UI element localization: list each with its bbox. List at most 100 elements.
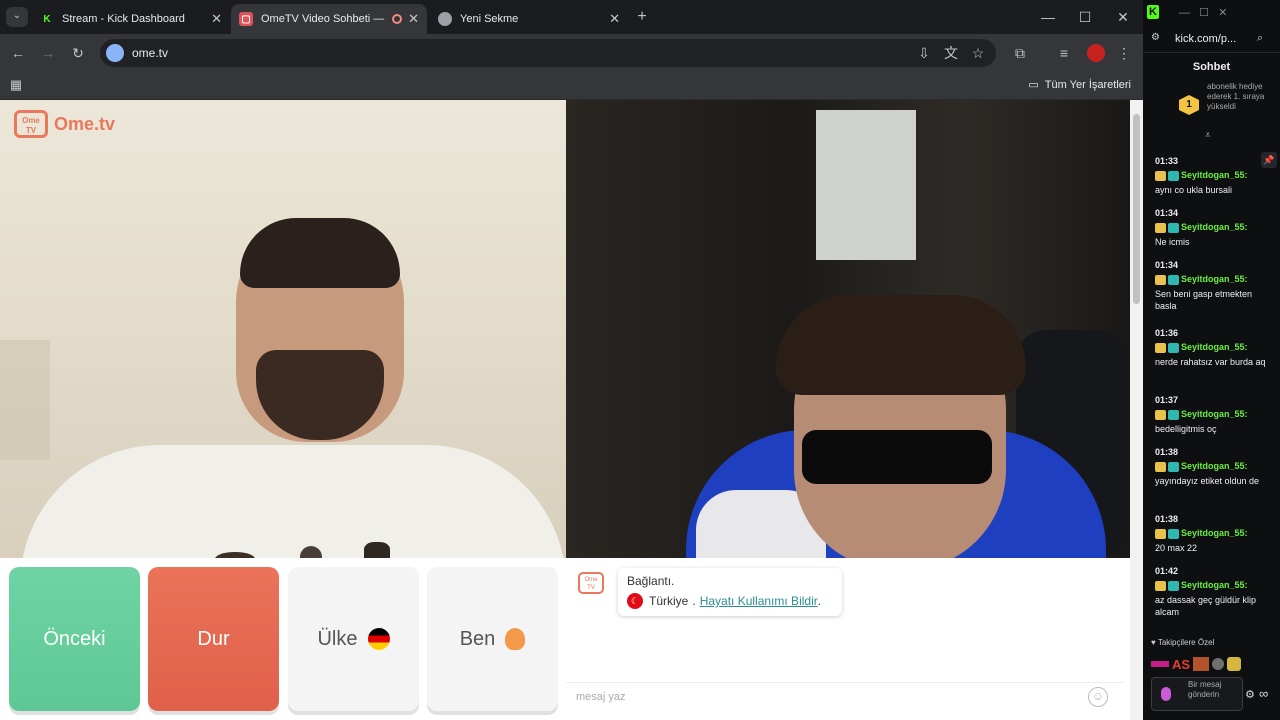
mic-icon[interactable] bbox=[1161, 687, 1171, 701]
crown-badge-icon bbox=[1155, 409, 1166, 420]
tab-search-button[interactable]: ⌄ bbox=[6, 7, 28, 27]
followers-label-text: Takipçilere Özel bbox=[1157, 638, 1215, 647]
country-label: Ülke bbox=[317, 627, 358, 650]
logo-badge: Ome TV bbox=[14, 110, 48, 138]
emote-icon[interactable] bbox=[1151, 661, 1169, 667]
tab-new-tab[interactable]: Yeni Sekme ✕ bbox=[430, 4, 628, 34]
username[interactable]: Seyitdogan_55: bbox=[1181, 528, 1248, 538]
close-window-button[interactable]: ✕ bbox=[1113, 8, 1133, 26]
page-scrollbar[interactable] bbox=[1130, 100, 1143, 720]
message-time: 01:34 bbox=[1155, 260, 1179, 270]
background-door bbox=[816, 110, 916, 260]
message-text: 20 max 22 bbox=[1155, 542, 1198, 553]
close-icon[interactable]: ✕ bbox=[211, 11, 222, 27]
stop-label: Dur bbox=[197, 627, 230, 650]
message-time: 01:34 bbox=[1155, 208, 1179, 218]
me-button[interactable]: Ben bbox=[427, 567, 558, 711]
forward-icon[interactable]: → bbox=[38, 44, 58, 62]
username[interactable]: Seyitdogan_55: bbox=[1181, 461, 1248, 471]
tab-kick-dashboard[interactable]: K Stream - Kick Dashboard ✕ bbox=[32, 4, 230, 34]
emote-icon[interactable] bbox=[1212, 658, 1225, 670]
emote-text[interactable]: AS bbox=[1172, 657, 1190, 672]
crown-badge-icon bbox=[1155, 274, 1166, 285]
stop-button[interactable]: Dur bbox=[148, 567, 279, 711]
message-text: aynı co ukla bursali bbox=[1155, 184, 1233, 195]
close-icon[interactable]: ✕ bbox=[609, 11, 620, 27]
message-time: 01:38 bbox=[1155, 447, 1179, 457]
scrollbar-thumb[interactable] bbox=[1133, 114, 1140, 304]
new-tab-button[interactable]: + bbox=[632, 8, 652, 26]
back-icon[interactable]: ← bbox=[8, 44, 28, 62]
germany-flag-icon bbox=[367, 628, 390, 650]
username[interactable]: Seyitdogan_55: bbox=[1181, 274, 1248, 284]
username[interactable]: Seyitdogan_55: bbox=[1181, 342, 1248, 352]
message-time: 01:42 bbox=[1155, 566, 1179, 576]
menu-icon[interactable]: ⋮ bbox=[1114, 44, 1134, 62]
username[interactable]: Seyitdogan_55: bbox=[1181, 580, 1248, 590]
country-button[interactable]: Ülke bbox=[288, 567, 419, 711]
folder-icon: ▭ bbox=[1028, 79, 1039, 91]
message-text: nerde rahatsız var burda aq bbox=[1155, 356, 1266, 367]
connection-status: Bağlantı. bbox=[627, 574, 675, 588]
maximize-button[interactable]: ☐ bbox=[1075, 8, 1095, 26]
chat-message: 01:33 Seyitdogan_55: aynı co ukla bursali bbox=[1155, 156, 1275, 196]
tab-label: Stream - Kick Dashboard bbox=[62, 13, 185, 25]
white-sweatshirt bbox=[20, 445, 566, 558]
all-bookmarks-button[interactable]: ▭ Tüm Yer İşaretleri bbox=[1028, 78, 1131, 91]
username[interactable]: Seyitdogan_55: bbox=[1181, 409, 1248, 419]
bookmark-star-icon[interactable]: ☆ bbox=[968, 44, 988, 62]
infinity-icon[interactable]: ∞ bbox=[1259, 686, 1268, 701]
ometv-avatar-icon: Ome TV bbox=[578, 572, 604, 594]
person-hair bbox=[776, 295, 1026, 395]
apps-grid-icon[interactable]: ▦ bbox=[6, 76, 26, 94]
translate-icon[interactable]: 文 bbox=[941, 44, 961, 62]
message-text: az dassak geç güldür klip alcam bbox=[1155, 594, 1257, 617]
crown-badge-icon bbox=[1155, 528, 1166, 539]
rank-badge: 1 bbox=[1179, 95, 1199, 115]
address-bar[interactable]: ome.tv bbox=[100, 39, 996, 67]
emote-icon[interactable] bbox=[1193, 657, 1210, 671]
recording-icon bbox=[392, 14, 403, 24]
crown-badge-icon bbox=[1155, 342, 1166, 353]
tab-ometv[interactable]: ▢ OmeTV Video Sohbeti — O ✕ bbox=[231, 4, 427, 34]
search-icon[interactable]: ⌕ bbox=[1257, 32, 1263, 45]
chat-message: 01:38 Seyitdogan_55: 20 max 22 bbox=[1155, 514, 1275, 554]
previous-button[interactable]: Önceki bbox=[9, 567, 140, 711]
subscriber-badge-icon bbox=[1168, 170, 1179, 181]
chat-message: 01:37 Seyitdogan_55: bedelligitmis oç bbox=[1155, 395, 1275, 435]
window-controls[interactable]: — ☐ ✕ bbox=[1179, 6, 1227, 19]
subscriber-badge-icon bbox=[1168, 580, 1179, 591]
minimize-button[interactable]: — bbox=[1038, 8, 1058, 26]
emoji-icon[interactable]: ☺ bbox=[1088, 687, 1108, 707]
collapse-icon[interactable]: ⩡ bbox=[1205, 130, 1211, 141]
message-text: Sen beni gasp etmekten basla bbox=[1155, 288, 1253, 311]
extensions-icon[interactable]: ⧉ bbox=[1010, 44, 1030, 62]
system-message: Bağlantı. ☾ Türkiye . Hayatı Kullanımı B… bbox=[618, 568, 842, 616]
report-abuse-link[interactable]: Hayatı Kullanımı Bildir bbox=[700, 594, 818, 608]
media-control-icon[interactable]: ≡ bbox=[1054, 44, 1074, 62]
profile-avatar[interactable] bbox=[1087, 44, 1105, 62]
link-end: . bbox=[817, 594, 822, 608]
pinned-gift-text: abonelik hediye ederek 1. sıraya yükseld… bbox=[1207, 82, 1265, 111]
crown-badge-icon bbox=[1155, 580, 1166, 591]
username[interactable]: Seyitdogan_55: bbox=[1181, 170, 1248, 180]
username[interactable]: Seyitdogan_55: bbox=[1181, 222, 1248, 232]
site-settings-icon[interactable]: ⚙ bbox=[1151, 32, 1160, 43]
person-emoji-icon bbox=[505, 628, 526, 650]
install-app-icon[interactable]: ⇩ bbox=[914, 44, 934, 62]
site-info-icon[interactable] bbox=[106, 44, 124, 62]
emote-icon[interactable] bbox=[1227, 657, 1242, 671]
chat-send-input[interactable]: Bir mesaj gönderin bbox=[1151, 677, 1243, 711]
message-input[interactable]: mesaj yaz ☺ bbox=[566, 682, 1124, 712]
browser-window: ⌄ K Stream - Kick Dashboard ✕ ▢ OmeTV Vi… bbox=[0, 0, 1143, 720]
chat-message: 01:36 Seyitdogan_55: nerde rahatsız var bu… bbox=[1155, 328, 1275, 368]
crown-badge-icon bbox=[1155, 222, 1166, 233]
message-text: bedelligitmis oç bbox=[1155, 423, 1217, 434]
local-video: Ome TV Ome.tv bbox=[0, 100, 566, 558]
close-icon[interactable]: ✕ bbox=[408, 11, 419, 27]
settings-icon[interactable]: ⚙ bbox=[1245, 688, 1255, 701]
subscriber-badge-icon bbox=[1168, 222, 1179, 233]
reload-icon[interactable]: ↻ bbox=[68, 44, 88, 62]
page-content: Ome TV Ome.tv Önceki Dur Ülke Ben Ome TV… bbox=[0, 100, 1143, 720]
logo-text: Ome.tv bbox=[54, 113, 116, 134]
